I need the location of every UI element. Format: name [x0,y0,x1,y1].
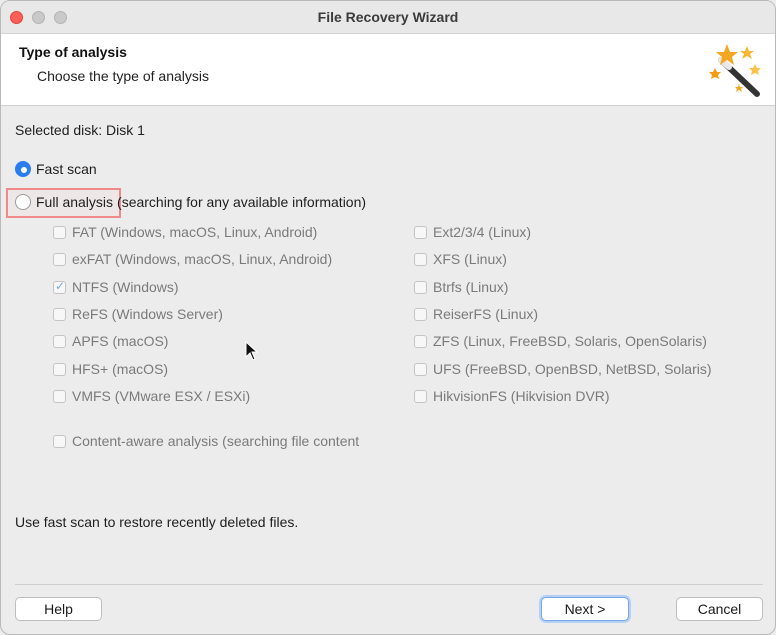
fs-checkbox[interactable] [53,307,66,321]
fs-option-vmfs[interactable]: VMFS (VMware ESX / ESXi) [53,388,250,404]
fs-checkbox[interactable] [53,252,66,266]
fs-checkbox[interactable] [53,334,66,348]
page-subtitle: Choose the type of analysis [37,68,209,84]
fs-label: Ext2/3/4 (Linux) [433,224,532,240]
fast-scan-radio[interactable] [15,161,31,177]
next-button[interactable]: Next > [541,597,629,621]
selected-disk-label: Selected disk: Disk 1 [15,122,145,138]
fs-option-btrfs[interactable]: Btrfs (Linux) [414,279,508,295]
mouse-cursor-icon [245,341,259,361]
fs-option-exfat[interactable]: exFAT (Windows, macOS, Linux, Android) [53,251,332,267]
fs-option-ext[interactable]: Ext2/3/4 (Linux) [414,224,531,240]
page-title: Type of analysis [19,44,127,60]
fs-option-reiserfs[interactable]: ReiserFS (Linux) [414,306,538,322]
fs-option-refs[interactable]: ReFS (Windows Server) [53,306,223,322]
fs-checkbox[interactable] [53,225,66,239]
full-analysis-label: Full analysis [36,194,114,210]
fs-label: ReiserFS (Linux) [433,306,539,322]
fs-label: HFS+ (macOS) [72,361,169,377]
content-aware-checkbox[interactable] [53,434,66,448]
content-aware-option[interactable]: Content-aware analysis (searching file c… [53,433,383,449]
fs-checkbox[interactable] [53,362,66,376]
fast-scan-option[interactable]: Fast scan [15,161,97,177]
fs-label: exFAT (Windows, macOS, Linux, Android) [72,251,333,267]
fs-label: UFS (FreeBSD, OpenBSD, NetBSD, Solaris) [433,361,712,377]
fs-checkbox[interactable] [414,252,427,266]
fs-label: ZFS (Linux, FreeBSD, Solaris, OpenSolari… [433,333,707,349]
window-title: File Recovery Wizard [317,9,459,25]
fs-label: HikvisionFS (Hikvision DVR) [433,388,610,404]
fs-checkbox[interactable] [414,225,427,239]
fs-option-zfs[interactable]: ZFS (Linux, FreeBSD, Solaris, OpenSolari… [414,333,707,349]
fs-option-hfsplus[interactable]: HFS+ (macOS) [53,361,168,377]
fs-label: VMFS (VMware ESX / ESXi) [72,388,251,404]
fs-checkbox[interactable] [414,307,427,321]
hint-text: Use fast scan to restore recently delete… [15,514,299,530]
fast-scan-label: Fast scan [36,161,97,177]
fs-option-ntfs[interactable]: NTFS (Windows) [53,279,179,295]
content-aware-label: Content-aware analysis (searching file c… [72,433,360,449]
file-recovery-wizard-window: File Recovery Wizard Type of analysis Ch… [0,0,776,635]
fs-label: FAT (Windows, macOS, Linux, Android) [72,224,318,240]
wizard-header: Type of analysis Choose the type of anal… [1,34,775,106]
fs-option-apfs[interactable]: APFS (macOS) [53,333,168,349]
full-analysis-radio[interactable] [15,194,31,210]
fs-checkbox[interactable] [414,389,427,403]
footer-divider [15,584,763,585]
fs-option-xfs[interactable]: XFS (Linux) [414,251,507,267]
fs-option-ufs[interactable]: UFS (FreeBSD, OpenBSD, NetBSD, Solaris) [414,361,712,377]
cancel-button[interactable]: Cancel [676,597,763,621]
fs-label: ReFS (Windows Server) [72,306,223,322]
title-bar: File Recovery Wizard [1,1,775,34]
fs-checkbox[interactable] [414,334,427,348]
fs-checkbox[interactable] [414,362,427,376]
help-button[interactable]: Help [15,597,102,621]
fs-label: Btrfs (Linux) [433,279,509,295]
fs-option-fat[interactable]: FAT (Windows, macOS, Linux, Android) [53,224,317,240]
magic-wand-stars-icon [709,44,761,97]
full-analysis-description: (searching for any available information… [117,194,367,210]
fs-checkbox[interactable] [53,389,66,403]
fs-option-hikvisionfs[interactable]: HikvisionFS (Hikvision DVR) [414,388,610,404]
fs-checkbox[interactable] [53,279,66,294]
full-analysis-option[interactable]: Full analysis (searching for any availab… [15,194,366,210]
fs-checkbox[interactable] [414,280,427,294]
fs-label: APFS (macOS) [72,333,169,349]
fs-label: NTFS (Windows) [72,279,179,295]
fs-label: XFS (Linux) [433,251,507,267]
